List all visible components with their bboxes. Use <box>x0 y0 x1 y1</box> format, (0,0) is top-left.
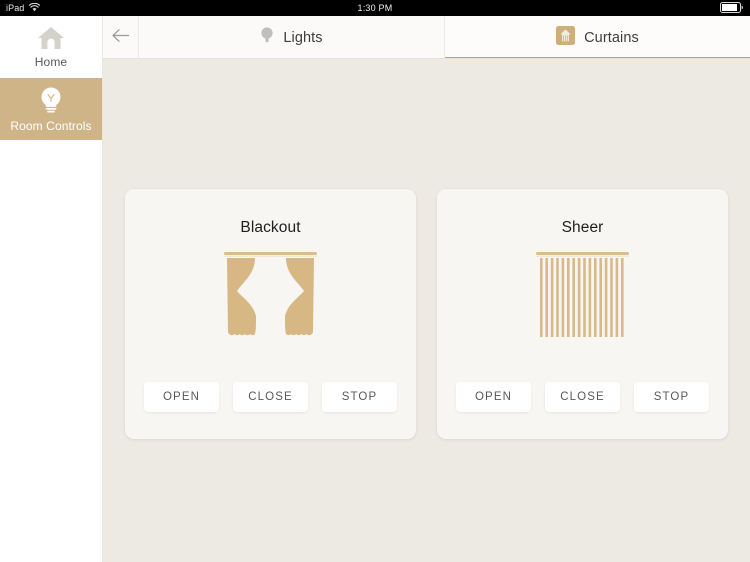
tab-lights[interactable]: Lights <box>139 16 444 59</box>
main-panel: Blackout OPEN CLOSE STOP Sheer OPEN CLOS… <box>103 59 750 562</box>
card-title: Sheer <box>561 219 604 236</box>
card-title: Blackout <box>240 219 301 236</box>
back-arrow-icon <box>111 28 130 48</box>
tab-bar: Lights Curtains <box>103 16 750 59</box>
card-button-group: OPEN CLOSE STOP <box>144 382 397 412</box>
home-icon <box>36 25 66 51</box>
sidebar: Home Room Controls <box>0 16 103 562</box>
content-area: Lights Curtains Blackout OPEN CLOSE STOP… <box>103 16 750 562</box>
sidebar-item-home-label: Home <box>34 55 68 69</box>
tab-curtains-label: Curtains <box>584 29 639 46</box>
curtain-icon <box>556 25 576 50</box>
app-root: Home Room Controls Lights Curtains Black… <box>0 16 750 562</box>
sheer-curtain-illustration <box>535 252 630 347</box>
curtain-card-sheer: Sheer OPEN CLOSE STOP <box>437 189 728 439</box>
status-time: 1:30 PM <box>357 3 393 13</box>
status-bar: iPad 1:30 PM <box>0 0 750 16</box>
status-bar-left: iPad <box>6 2 41 14</box>
status-device-name: iPad <box>6 3 25 13</box>
curtain-card-list: Blackout OPEN CLOSE STOP Sheer OPEN CLOS… <box>103 59 750 439</box>
tab-lights-label: Lights <box>283 29 323 46</box>
open-button[interactable]: OPEN <box>456 382 531 412</box>
sidebar-item-room-controls-label: Room Controls <box>10 119 92 133</box>
battery-icon <box>720 1 744 15</box>
back-button[interactable] <box>103 16 139 59</box>
close-button[interactable]: CLOSE <box>233 382 308 412</box>
open-button[interactable]: OPEN <box>144 382 219 412</box>
close-button[interactable]: CLOSE <box>545 382 620 412</box>
sidebar-item-home[interactable]: Home <box>0 16 102 78</box>
tab-curtains[interactable]: Curtains <box>444 16 750 59</box>
lightbulb-icon <box>260 26 274 49</box>
status-bar-right <box>720 0 744 16</box>
stop-button[interactable]: STOP <box>322 382 397 412</box>
blackout-curtain-illustration <box>223 252 318 347</box>
stop-button[interactable]: STOP <box>634 382 709 412</box>
lightbulb-icon <box>37 85 65 115</box>
sidebar-item-room-controls[interactable]: Room Controls <box>0 78 102 140</box>
curtain-card-blackout: Blackout OPEN CLOSE STOP <box>125 189 416 439</box>
card-button-group: OPEN CLOSE STOP <box>456 382 709 412</box>
wifi-icon <box>29 2 41 14</box>
